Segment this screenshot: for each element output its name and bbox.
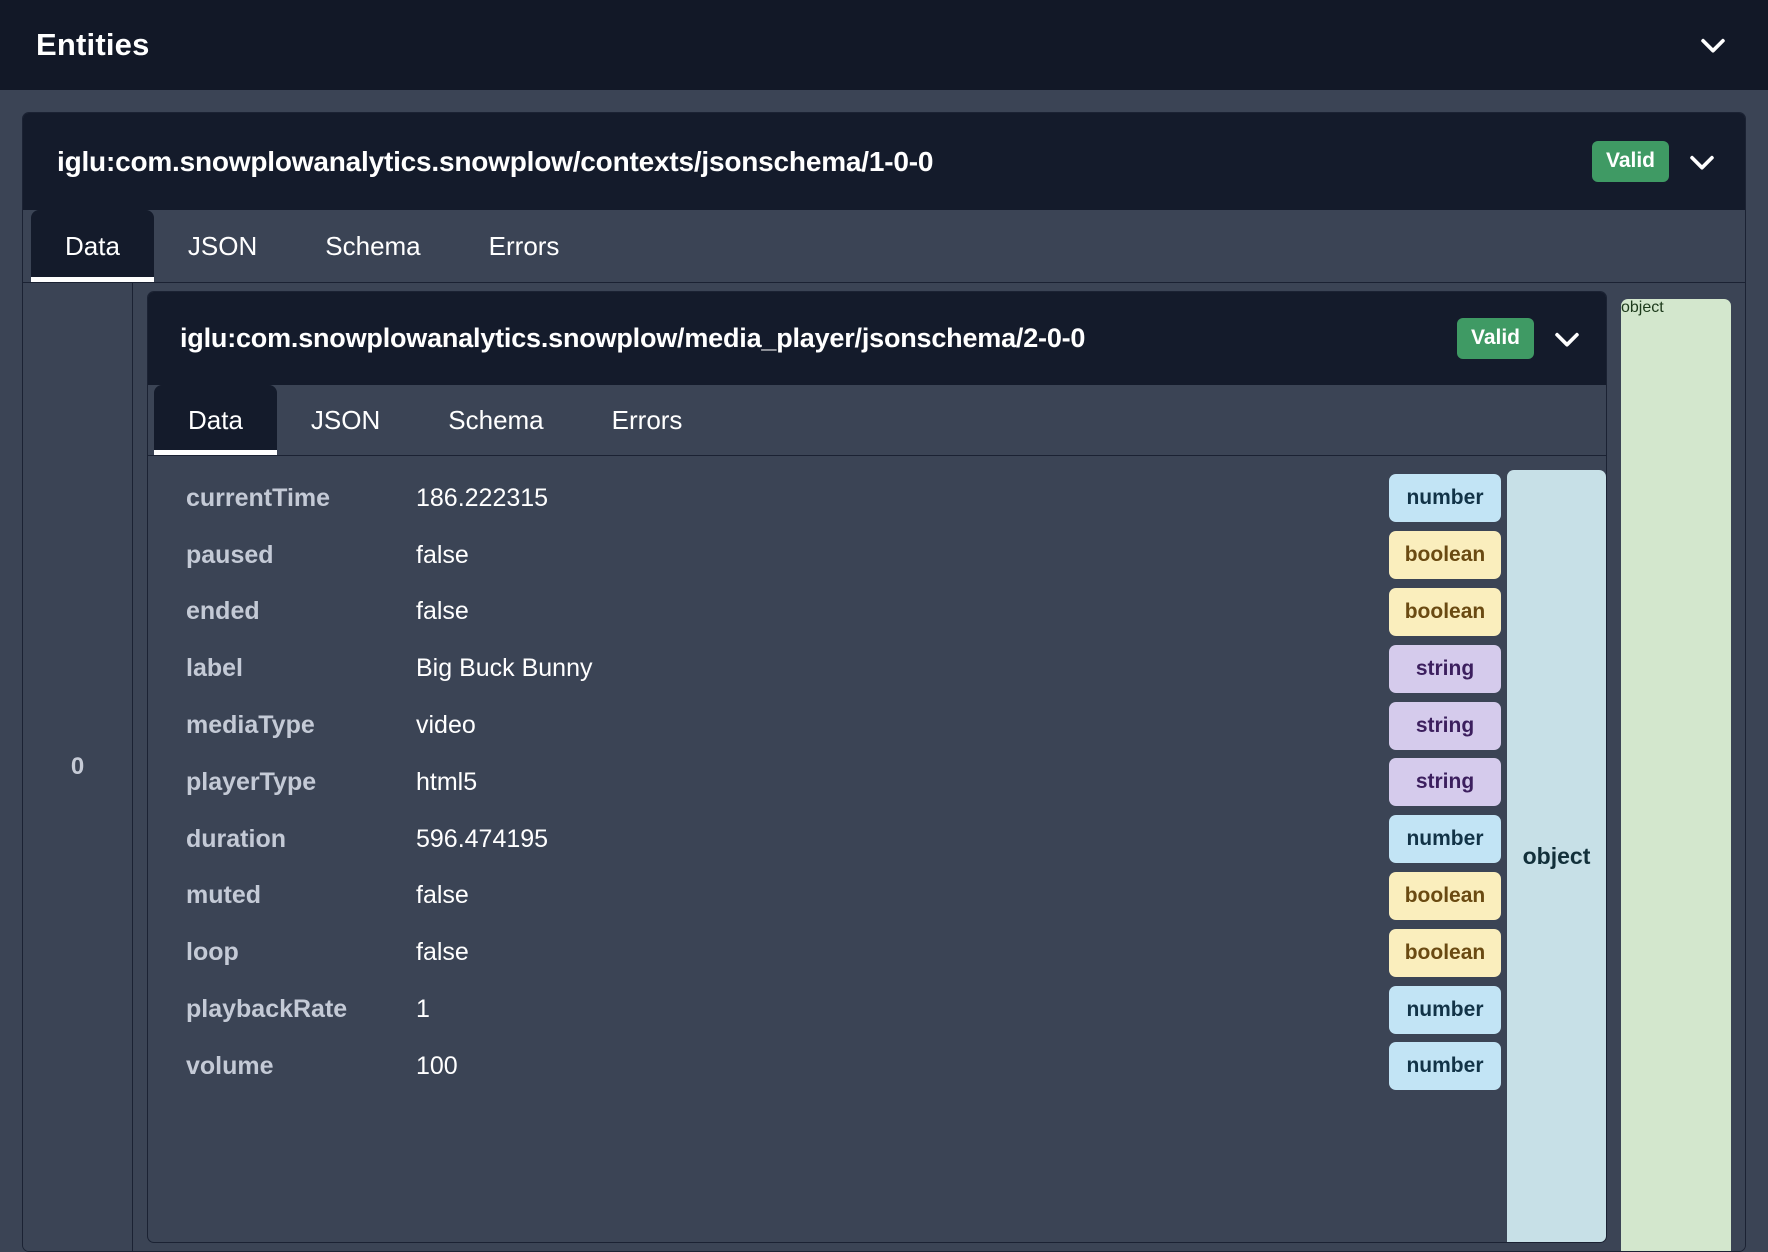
- property-value: html5: [416, 767, 478, 796]
- property-type-badge: string: [1389, 701, 1501, 750]
- outer-entity-body: 0 iglu:com.snowplowanalytics.snowplow/me…: [23, 282, 1745, 1251]
- nested-schema-name: iglu:com.snowplowanalytics.snowplow/medi…: [180, 323, 1086, 353]
- outer-type-badge: object: [1621, 299, 1731, 1251]
- property-key: playbackRate: [186, 995, 348, 1024]
- entities-body: iglu:com.snowplowanalytics.snowplow/cont…: [0, 90, 1768, 1252]
- property-row: label Big Buck Bunny string: [148, 640, 1507, 697]
- outer-row-body: iglu:com.snowplowanalytics.snowplow/medi…: [133, 283, 1745, 1251]
- nested-tabbar: Data JSON Schema Errors: [148, 385, 1606, 455]
- property-list: currentTime 186.222315 number paused false bo…: [148, 456, 1507, 1242]
- tab-data[interactable]: Data: [31, 210, 154, 282]
- outer-status-badge[interactable]: Valid: [1591, 141, 1669, 182]
- property-type-badge: boolean: [1389, 587, 1501, 636]
- property-type-cell: number: [1389, 1042, 1507, 1091]
- property-type-cell: string: [1389, 701, 1507, 750]
- nested-type-badge: object: [1507, 470, 1606, 1242]
- property-type-cell: number: [1389, 985, 1507, 1034]
- property-row: volume 100 number: [148, 1038, 1507, 1095]
- page-title: Entities: [36, 27, 150, 62]
- property-key: mediaType: [186, 711, 315, 740]
- nested-entity-card: iglu:com.snowplowanalytics.snowplow/medi…: [147, 291, 1607, 1243]
- property-row: paused false boolean: [148, 527, 1507, 584]
- property-key: currentTime: [186, 483, 331, 512]
- property-type-cell: string: [1389, 644, 1507, 693]
- chevron-down-icon[interactable]: [1685, 145, 1719, 179]
- property-row: loop false boolean: [148, 924, 1507, 981]
- property-type-cell: number: [1389, 474, 1507, 523]
- property-value: false: [416, 540, 469, 569]
- nested-tab-schema[interactable]: Schema: [414, 385, 577, 455]
- nested-schema-header: iglu:com.snowplowanalytics.snowplow/medi…: [148, 292, 1606, 385]
- property-type-cell: boolean: [1389, 928, 1507, 977]
- property-key: label: [186, 654, 243, 683]
- property-row: currentTime 186.222315 number: [148, 470, 1507, 527]
- tab-json[interactable]: JSON: [154, 210, 291, 282]
- property-type-cell: boolean: [1389, 531, 1507, 580]
- tab-schema[interactable]: Schema: [291, 210, 454, 282]
- property-key: volume: [186, 1051, 274, 1080]
- nested-tab-data[interactable]: Data: [154, 385, 277, 455]
- outer-tabbar: Data JSON Schema Errors: [23, 210, 1745, 282]
- property-key: duration: [186, 824, 286, 853]
- chevron-down-icon[interactable]: [1550, 322, 1584, 356]
- tab-errors[interactable]: Errors: [455, 210, 594, 282]
- property-value: video: [416, 711, 476, 740]
- property-key: ended: [186, 597, 260, 626]
- outer-entity-card: iglu:com.snowplowanalytics.snowplow/cont…: [22, 112, 1746, 1252]
- property-type-badge: boolean: [1389, 531, 1501, 580]
- nested-status-badge[interactable]: Valid: [1456, 318, 1534, 359]
- outer-type-column: object: [1607, 291, 1745, 1251]
- property-value: Big Buck Bunny: [416, 654, 593, 683]
- property-row: muted false boolean: [148, 868, 1507, 925]
- property-key: paused: [186, 540, 274, 569]
- property-type-badge: number: [1389, 474, 1501, 523]
- property-value: false: [416, 881, 469, 910]
- property-key: muted: [186, 881, 261, 910]
- property-key: loop: [186, 938, 239, 967]
- property-value: 1: [416, 995, 430, 1024]
- property-type-cell: boolean: [1389, 871, 1507, 920]
- property-type-badge: boolean: [1389, 871, 1501, 920]
- entities-header: Entities: [0, 0, 1768, 90]
- property-row: playerType html5 string: [148, 754, 1507, 811]
- property-row: ended false boolean: [148, 584, 1507, 641]
- property-key: playerType: [186, 767, 317, 796]
- property-value: false: [416, 597, 469, 626]
- property-value: false: [416, 938, 469, 967]
- outer-schema-name: iglu:com.snowplowanalytics.snowplow/cont…: [57, 145, 934, 177]
- property-type-badge: string: [1389, 644, 1501, 693]
- property-value: 186.222315: [416, 483, 549, 512]
- property-type-cell: string: [1389, 758, 1507, 807]
- property-type-cell: number: [1389, 815, 1507, 864]
- nested-tab-json[interactable]: JSON: [277, 385, 414, 455]
- nested-tab-errors[interactable]: Errors: [578, 385, 717, 455]
- property-value: 596.474195: [416, 824, 549, 853]
- property-type-badge: number: [1389, 985, 1501, 1034]
- nested-entity-body: currentTime 186.222315 number paused false bo…: [148, 455, 1606, 1242]
- property-type-badge: number: [1389, 815, 1501, 864]
- property-type-badge: boolean: [1389, 928, 1501, 977]
- outer-schema-header: iglu:com.snowplowanalytics.snowplow/cont…: [23, 113, 1745, 210]
- chevron-down-icon[interactable]: [1696, 28, 1730, 62]
- property-type-badge: string: [1389, 758, 1501, 807]
- property-row: playbackRate 1 number: [148, 981, 1507, 1038]
- property-row: mediaType video string: [148, 697, 1507, 754]
- property-value: 100: [416, 1051, 458, 1080]
- array-index-label: 0: [23, 283, 133, 1251]
- property-type-badge: number: [1389, 1042, 1501, 1091]
- property-type-cell: boolean: [1389, 587, 1507, 636]
- property-row: duration 596.474195 number: [148, 811, 1507, 868]
